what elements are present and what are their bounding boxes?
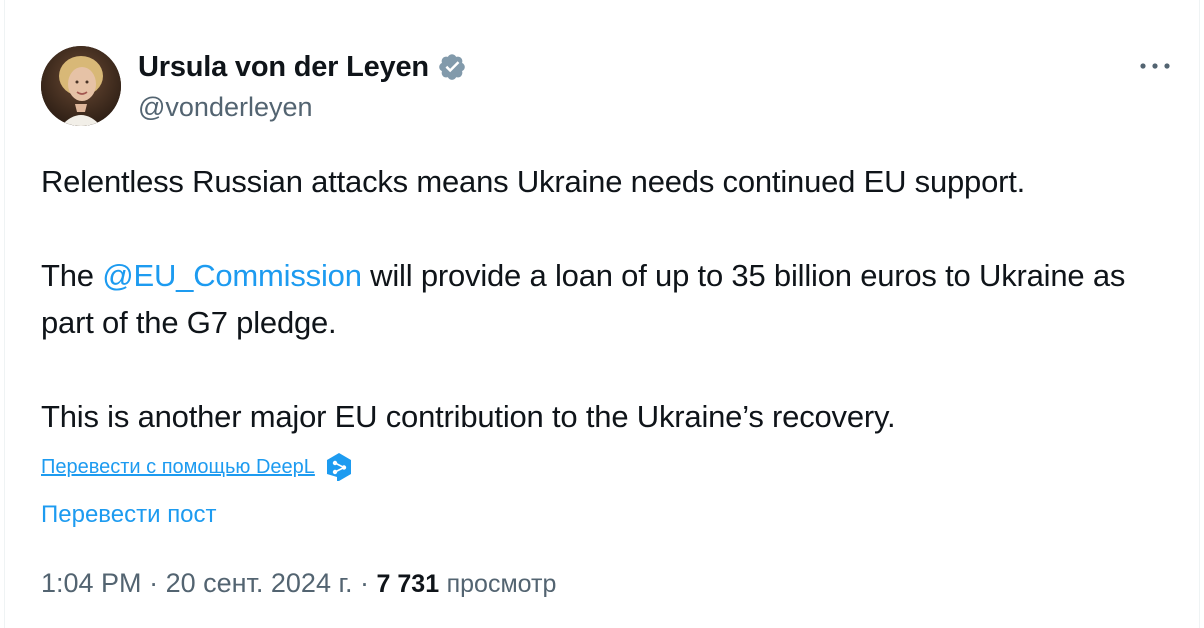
author-handle[interactable]: @vonderleyen xyxy=(138,89,313,125)
views-count: 7 731 xyxy=(376,570,440,598)
tweet-paragraph-3: This is another major EU contribution to… xyxy=(41,399,896,434)
author-name-text: Ursula von der Leyen xyxy=(138,51,429,83)
deepl-logo-icon[interactable] xyxy=(325,452,353,482)
avatar[interactable] xyxy=(41,46,121,126)
tweet-card: Ursula von der Leyen @vonderleyen Relent… xyxy=(4,0,1200,628)
tweet-time[interactable]: 1:04 PM xyxy=(41,568,142,598)
deepl-translate: Перевести с помощью DeepL xyxy=(41,452,353,482)
tweet-text-prefix: The xyxy=(41,258,103,293)
meta-separator: · xyxy=(352,568,377,598)
author-name[interactable]: Ursula von der Leyen xyxy=(138,48,467,86)
tweet-paragraph-2: The @EU_Commission will provide a loan o… xyxy=(41,252,1181,346)
mention-link[interactable]: @EU_Commission xyxy=(102,258,362,293)
translate-post-link[interactable]: Перевести пост xyxy=(41,499,217,531)
deepl-translate-link[interactable]: Перевести с помощью DeepL xyxy=(41,452,315,482)
verified-badge-icon[interactable] xyxy=(437,52,467,82)
meta-separator: · xyxy=(141,568,166,598)
more-dots-icon[interactable] xyxy=(1135,52,1175,80)
tweet-date[interactable]: 20 сент. 2024 г. xyxy=(166,568,353,598)
tweet-text: Relentless Russian attacks means Ukraine… xyxy=(41,158,1181,440)
avatar-image xyxy=(41,46,121,126)
tweet-paragraph-1: Relentless Russian attacks means Ukraine… xyxy=(41,164,1026,199)
tweet-meta: 1:04 PM · 20 сент. 2024 г. · 7 731 просм… xyxy=(41,565,556,602)
views-label: просмотр xyxy=(446,570,557,598)
